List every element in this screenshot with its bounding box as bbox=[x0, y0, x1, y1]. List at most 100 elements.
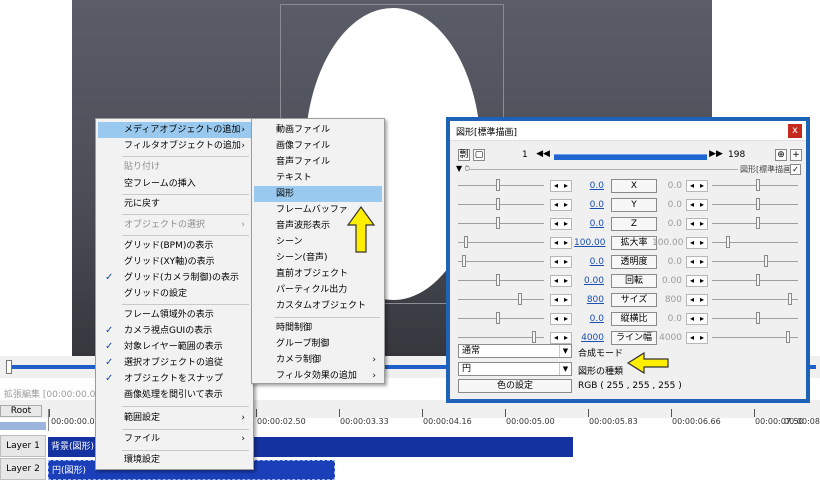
submenu-previous-object[interactable]: 直前オブジェクト bbox=[254, 266, 382, 282]
menu-range-settings[interactable]: 範囲設定 › bbox=[98, 410, 251, 426]
decrement-icon[interactable]: ◂ bbox=[687, 333, 697, 343]
param-end-value[interactable]: 0.0 bbox=[652, 200, 682, 210]
increment-icon[interactable]: ▸ bbox=[697, 238, 707, 248]
submenu-time-control[interactable]: 時間制御 bbox=[254, 320, 382, 336]
right-spin-buttons[interactable]: ◂ ▸ bbox=[686, 294, 708, 306]
left-spin-buttons[interactable]: ◂ ▸ bbox=[550, 218, 572, 230]
prev-frame-button[interactable]: ◀◀ bbox=[536, 149, 550, 161]
menu-grid-camera[interactable]: ✓ グリッド(カメラ制御)の表示 bbox=[98, 270, 251, 286]
menu-add-media-object[interactable]: メディアオブジェクトの追加 › bbox=[98, 122, 251, 138]
root-button[interactable]: Root bbox=[0, 405, 42, 417]
increment-icon[interactable]: ▸ bbox=[697, 219, 707, 229]
left-slider-thumb[interactable] bbox=[518, 293, 522, 305]
right-slider-track[interactable] bbox=[712, 204, 798, 205]
right-slider-thumb[interactable] bbox=[756, 274, 760, 286]
left-slider-track[interactable] bbox=[458, 299, 544, 300]
copy-icon[interactable]: ▢ bbox=[473, 149, 485, 161]
seek-knob[interactable] bbox=[6, 360, 12, 374]
decrement-icon[interactable]: ◂ bbox=[551, 257, 561, 267]
param-start-value[interactable]: 0.0 bbox=[574, 257, 604, 267]
decrement-icon[interactable]: ◂ bbox=[551, 314, 561, 324]
right-slider-thumb[interactable] bbox=[726, 236, 730, 248]
param-end-value[interactable]: 0.00 bbox=[652, 276, 682, 286]
increment-icon[interactable]: ▸ bbox=[697, 314, 707, 324]
menu-preferences[interactable]: 環境設定 bbox=[98, 452, 251, 468]
layer-2-header[interactable]: Layer 2 bbox=[0, 458, 46, 480]
menu-grid-xy[interactable]: グリッド(XY軸)の表示 bbox=[98, 254, 251, 270]
right-slider-thumb[interactable] bbox=[756, 179, 760, 191]
menu-target-layer-range[interactable]: ✓ 対象レイヤー範囲の表示 bbox=[98, 339, 251, 355]
decrement-icon[interactable]: ◂ bbox=[687, 181, 697, 191]
right-slider-track[interactable] bbox=[712, 185, 798, 186]
color-settings-button[interactable]: 色の設定 bbox=[458, 379, 572, 393]
increment-icon[interactable]: ▸ bbox=[697, 181, 707, 191]
right-slider-thumb[interactable] bbox=[788, 293, 792, 305]
decrement-icon[interactable]: ◂ bbox=[551, 200, 561, 210]
increment-icon[interactable]: ▸ bbox=[561, 238, 571, 248]
submenu-particle-output[interactable]: パーティクル出力 bbox=[254, 282, 382, 298]
param-start-value[interactable]: 0.0 bbox=[574, 200, 604, 210]
param-start-value[interactable]: 100.00 bbox=[574, 238, 606, 248]
submenu-custom-object[interactable]: カスタムオブジェクト bbox=[254, 298, 382, 314]
submenu-video-file[interactable]: 動画ファイル bbox=[254, 122, 382, 138]
left-slider-track[interactable] bbox=[458, 204, 544, 205]
dialog-titlebar[interactable]: 図形[標準描画] x bbox=[450, 121, 806, 141]
left-slider-thumb[interactable] bbox=[496, 179, 500, 191]
left-slider-thumb[interactable] bbox=[496, 217, 500, 229]
frame-slider[interactable] bbox=[554, 154, 707, 160]
blend-mode-select[interactable]: 通常 ▼ bbox=[458, 344, 572, 358]
left-spin-buttons[interactable]: ◂ ▸ bbox=[550, 332, 572, 344]
increment-icon[interactable]: ▸ bbox=[561, 219, 571, 229]
menu-thin-display[interactable]: 画像処理を間引いて表示 bbox=[98, 387, 251, 403]
left-spin-buttons[interactable]: ◂ ▸ bbox=[550, 180, 572, 192]
menu-camera-gui[interactable]: ✓ カメラ視点GUIの表示 bbox=[98, 323, 251, 339]
shape-type-select[interactable]: 円 ▼ bbox=[458, 362, 572, 376]
left-slider-track[interactable] bbox=[458, 242, 544, 243]
param-start-value[interactable]: 0.0 bbox=[574, 181, 604, 191]
menu-paste[interactable]: 貼り付け bbox=[98, 159, 251, 175]
left-slider-track[interactable] bbox=[458, 223, 544, 224]
right-spin-buttons[interactable]: ◂ ▸ bbox=[686, 218, 708, 230]
menu-show-outside-frame[interactable]: フレーム領域外の表示 bbox=[98, 307, 251, 323]
close-button[interactable]: x bbox=[788, 124, 802, 138]
left-spin-buttons[interactable]: ◂ ▸ bbox=[550, 275, 572, 287]
param-start-value[interactable]: 0.0 bbox=[574, 314, 604, 324]
increment-icon[interactable]: ▸ bbox=[561, 333, 571, 343]
decrement-icon[interactable]: ◂ bbox=[551, 333, 561, 343]
increment-icon[interactable]: ▸ bbox=[561, 200, 571, 210]
right-slider-track[interactable] bbox=[712, 261, 798, 262]
menu-snap-object[interactable]: ✓ オブジェクトをスナップ bbox=[98, 371, 251, 387]
param-start-value[interactable]: 0.00 bbox=[574, 276, 604, 286]
submenu-shape[interactable]: 図形 bbox=[254, 186, 382, 202]
right-spin-buttons[interactable]: ◂ ▸ bbox=[686, 332, 708, 344]
script-icon[interactable]: 剽 bbox=[458, 149, 470, 161]
left-slider-thumb[interactable] bbox=[532, 331, 536, 343]
param-name-button[interactable]: 回転 bbox=[611, 274, 657, 288]
menu-undo[interactable]: 元に戻す bbox=[98, 196, 251, 212]
decrement-icon[interactable]: ◂ bbox=[551, 295, 561, 305]
param-end-value[interactable]: 100.00 bbox=[652, 238, 684, 248]
param-name-button[interactable]: サイズ bbox=[611, 293, 657, 307]
param-name-button[interactable]: 拡大率 bbox=[611, 236, 657, 250]
submenu-audio-file[interactable]: 音声ファイル bbox=[254, 154, 382, 170]
left-spin-buttons[interactable]: ◂ ▸ bbox=[550, 256, 572, 268]
decrement-icon[interactable]: ◂ bbox=[687, 219, 697, 229]
increment-icon[interactable]: ▸ bbox=[561, 295, 571, 305]
submenu-group-control[interactable]: グループ制御 bbox=[254, 336, 382, 352]
param-name-button[interactable]: Z bbox=[611, 217, 657, 231]
decrement-icon[interactable]: ◂ bbox=[551, 276, 561, 286]
submenu-image-file[interactable]: 画像ファイル bbox=[254, 138, 382, 154]
decrement-icon[interactable]: ◂ bbox=[687, 200, 697, 210]
add-effect-icon[interactable]: ⊕ bbox=[775, 149, 787, 161]
left-slider-thumb[interactable] bbox=[496, 312, 500, 324]
left-slider-thumb[interactable] bbox=[496, 274, 500, 286]
right-slider-thumb[interactable] bbox=[756, 312, 760, 324]
increment-icon[interactable]: ▸ bbox=[561, 257, 571, 267]
left-spin-buttons[interactable]: ◂ ▸ bbox=[550, 199, 572, 211]
submenu-add-filter-effect[interactable]: フィルタ効果の追加 › bbox=[254, 368, 382, 384]
left-spin-buttons[interactable]: ◂ ▸ bbox=[550, 313, 572, 325]
param-end-value[interactable]: 4000 bbox=[652, 333, 682, 343]
menu-grid-bpm[interactable]: グリッド(BPM)の表示 bbox=[98, 238, 251, 254]
submenu-camera-control[interactable]: カメラ制御 › bbox=[254, 352, 382, 368]
increment-icon[interactable]: ▸ bbox=[697, 333, 707, 343]
